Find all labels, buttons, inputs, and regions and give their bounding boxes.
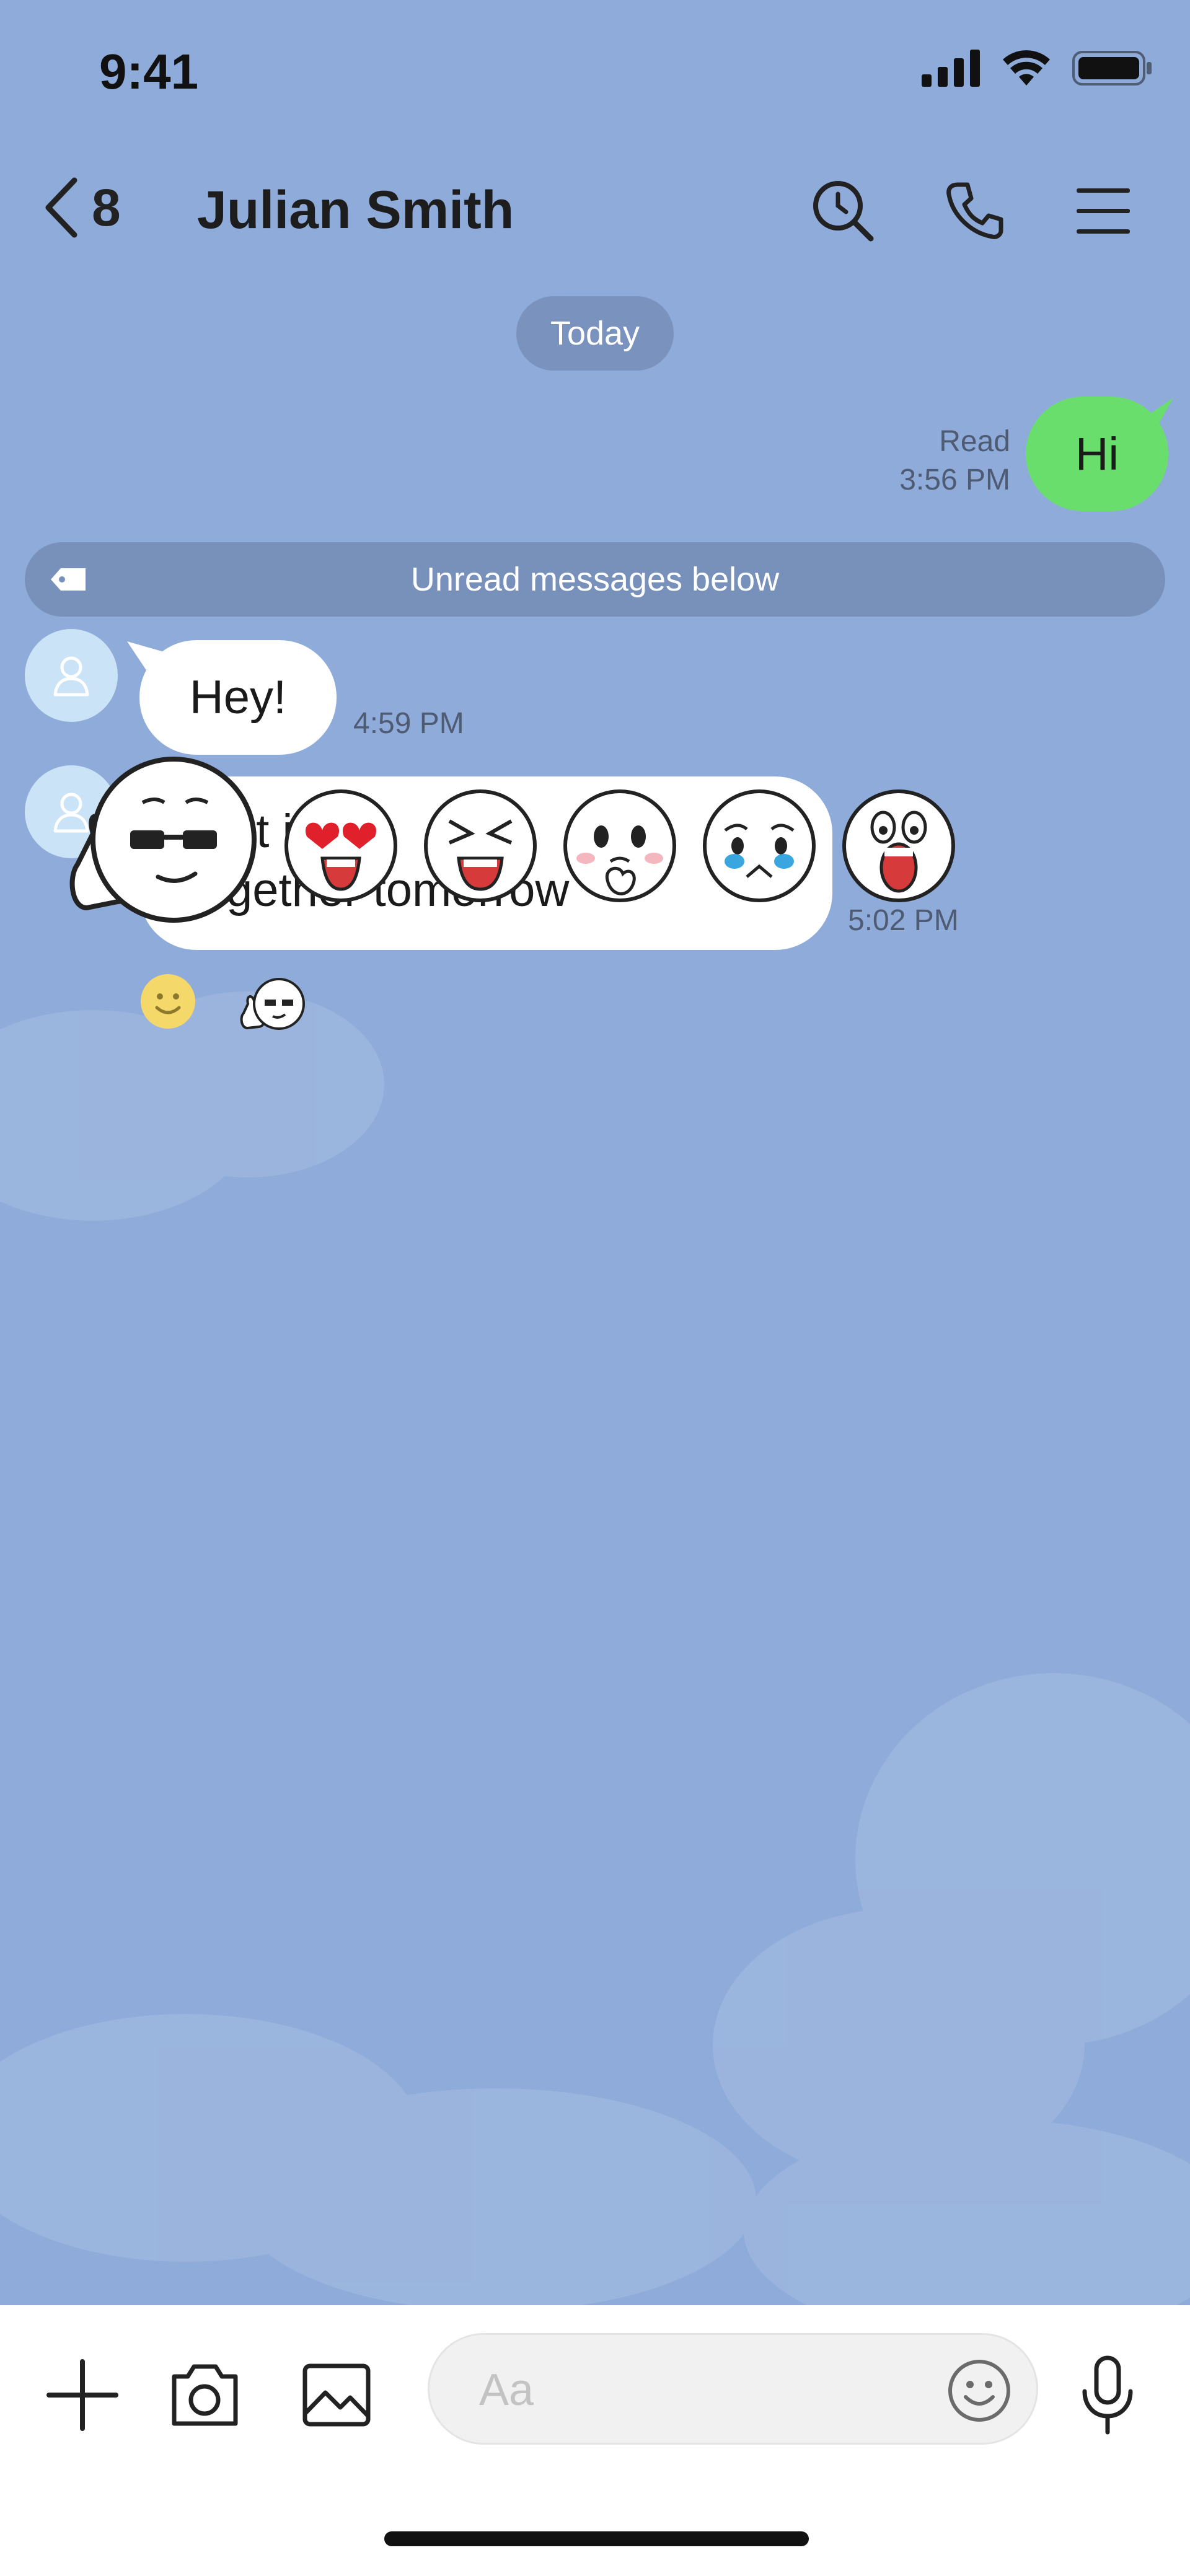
shocked-face-icon xyxy=(842,789,955,902)
battery-icon xyxy=(1072,51,1152,86)
voice-button[interactable] xyxy=(1067,2355,1148,2435)
read-receipt: Read 3:56 PM xyxy=(899,423,1010,499)
back-button[interactable]: 8 xyxy=(43,177,121,239)
menu-button[interactable] xyxy=(1069,177,1137,245)
camera-button[interactable] xyxy=(164,2355,245,2435)
wifi-icon xyxy=(1003,50,1050,86)
outgoing-bubble[interactable]: Hi xyxy=(1026,397,1168,511)
message-input-placeholder: Aa xyxy=(479,2365,534,2415)
laughing-face-icon xyxy=(424,789,537,902)
plus-icon xyxy=(46,2359,118,2431)
signal-icon xyxy=(922,50,980,87)
avatar[interactable] xyxy=(25,629,118,722)
search-button[interactable] xyxy=(809,177,877,245)
image-icon xyxy=(302,2363,371,2427)
thumbs-up-sticker-icon xyxy=(240,978,305,1030)
search-icon xyxy=(813,181,874,242)
message-input[interactable]: Aa xyxy=(428,2333,1038,2445)
unread-count: 8 xyxy=(92,178,121,237)
crying-face-icon xyxy=(703,789,816,902)
incoming-time: 5:02 PM xyxy=(848,904,959,937)
unread-banner: Unread messages below xyxy=(25,542,1165,617)
reaction-sticker[interactable] xyxy=(239,976,307,1035)
person-icon xyxy=(53,656,89,697)
status-icons xyxy=(922,50,1153,87)
gallery-button[interactable] xyxy=(296,2355,377,2435)
home-indicator xyxy=(384,2531,809,2546)
menu-icon xyxy=(1077,188,1130,234)
status-time: 9:41 xyxy=(99,44,199,99)
smile-reaction-icon xyxy=(141,974,195,1029)
camera-icon xyxy=(172,2364,237,2425)
reaction-smile[interactable] xyxy=(139,973,196,1033)
mic-icon xyxy=(1082,2355,1133,2435)
unread-banner-text: Unread messages below xyxy=(410,561,780,598)
thumbs-up-face-sticker-icon xyxy=(69,757,257,923)
emoji-icon[interactable] xyxy=(947,2358,1011,2423)
chevron-left-icon xyxy=(45,177,77,238)
tag-icon xyxy=(51,568,86,591)
incoming-bubble[interactable]: Hey! xyxy=(139,640,337,755)
outgoing-time: 3:56 PM xyxy=(899,464,1010,496)
phone-icon xyxy=(946,182,1003,239)
heart-eyes-face-icon xyxy=(284,789,397,902)
incoming-time: 4:59 PM xyxy=(353,707,464,740)
call-button[interactable] xyxy=(941,177,1009,245)
add-button[interactable] xyxy=(42,2355,123,2435)
date-divider: Today xyxy=(516,296,674,371)
chat-title: Julian Smith xyxy=(197,180,514,240)
read-status: Read xyxy=(939,425,1010,458)
shy-face-icon xyxy=(563,789,676,902)
